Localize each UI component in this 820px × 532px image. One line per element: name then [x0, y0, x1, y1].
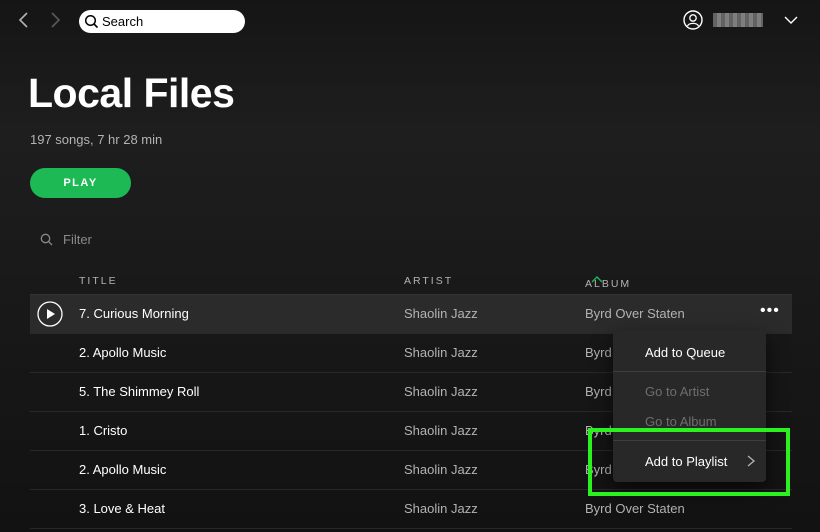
top-bar: username — [0, 0, 820, 42]
menu-divider — [613, 371, 766, 372]
play-circle-icon[interactable] — [37, 301, 63, 327]
track-album[interactable]: Byrd — [585, 345, 612, 360]
track-artist[interactable]: Shaolin Jazz — [404, 345, 478, 360]
context-menu: Add to Queue Go to Artist Go to Album Ad… — [613, 330, 766, 482]
table-header: TITLE ARTIST ALBUM — [30, 272, 792, 295]
track-album[interactable]: Byrd Over Staten — [585, 306, 685, 321]
user-menu[interactable]: username — [683, 10, 798, 30]
chevron-down-icon[interactable] — [783, 12, 799, 28]
user-avatar-icon[interactable] — [683, 10, 703, 30]
track-title: 7. Curious Morning — [79, 306, 189, 321]
chevron-right-icon — [747, 455, 756, 467]
forward-arrow-icon[interactable] — [45, 10, 65, 30]
menu-item-go-to-album: Go to Album — [645, 414, 717, 429]
more-options-icon[interactable]: ••• — [760, 302, 779, 320]
track-album[interactable]: Byrd — [585, 462, 612, 477]
search-box[interactable] — [79, 10, 245, 33]
page-title: Local Files — [28, 70, 235, 116]
track-album[interactable]: Byrd — [585, 384, 612, 399]
filter-input[interactable] — [63, 232, 163, 247]
track-artist[interactable]: Shaolin Jazz — [404, 462, 478, 477]
track-artist[interactable]: Shaolin Jazz — [404, 501, 478, 516]
menu-divider — [613, 440, 766, 441]
column-header-album[interactable]: ALBUM — [585, 275, 629, 290]
column-header-title[interactable]: TITLE — [79, 275, 118, 287]
search-input[interactable] — [102, 14, 232, 29]
table-row[interactable]: 3. Love & Heat Shaolin Jazz Byrd Over St… — [30, 490, 792, 529]
filter-box[interactable] — [40, 232, 163, 247]
back-arrow-icon[interactable] — [14, 10, 34, 30]
search-icon — [40, 233, 53, 246]
page-subtitle: 197 songs, 7 hr 28 min — [30, 132, 163, 147]
menu-item-add-to-queue[interactable]: Add to Queue — [645, 345, 725, 360]
column-header-artist[interactable]: ARTIST — [404, 275, 453, 287]
track-title: 2. Apollo Music — [79, 345, 167, 360]
track-title: 3. Love & Heat — [79, 501, 165, 516]
track-artist[interactable]: Shaolin Jazz — [404, 306, 478, 321]
track-artist[interactable]: Shaolin Jazz — [404, 384, 478, 399]
table-row[interactable]: 7. Curious Morning Shaolin Jazz Byrd Ove… — [30, 295, 792, 334]
track-album[interactable]: Byrd — [585, 423, 612, 438]
column-header-album-label: ALBUM — [585, 278, 632, 290]
track-title: 2. Apollo Music — [79, 462, 167, 477]
track-title: 1. Cristo — [79, 423, 128, 438]
menu-item-add-to-playlist[interactable]: Add to Playlist — [645, 454, 727, 469]
track-album[interactable]: Byrd Over Staten — [585, 501, 685, 516]
search-icon — [84, 14, 99, 29]
menu-item-go-to-artist: Go to Artist — [645, 384, 710, 399]
track-artist[interactable]: Shaolin Jazz — [404, 423, 478, 438]
track-title: 5. The Shimmey Roll — [79, 384, 200, 399]
user-name-redacted: username — [713, 13, 763, 27]
play-button[interactable]: PLAY — [30, 168, 131, 198]
